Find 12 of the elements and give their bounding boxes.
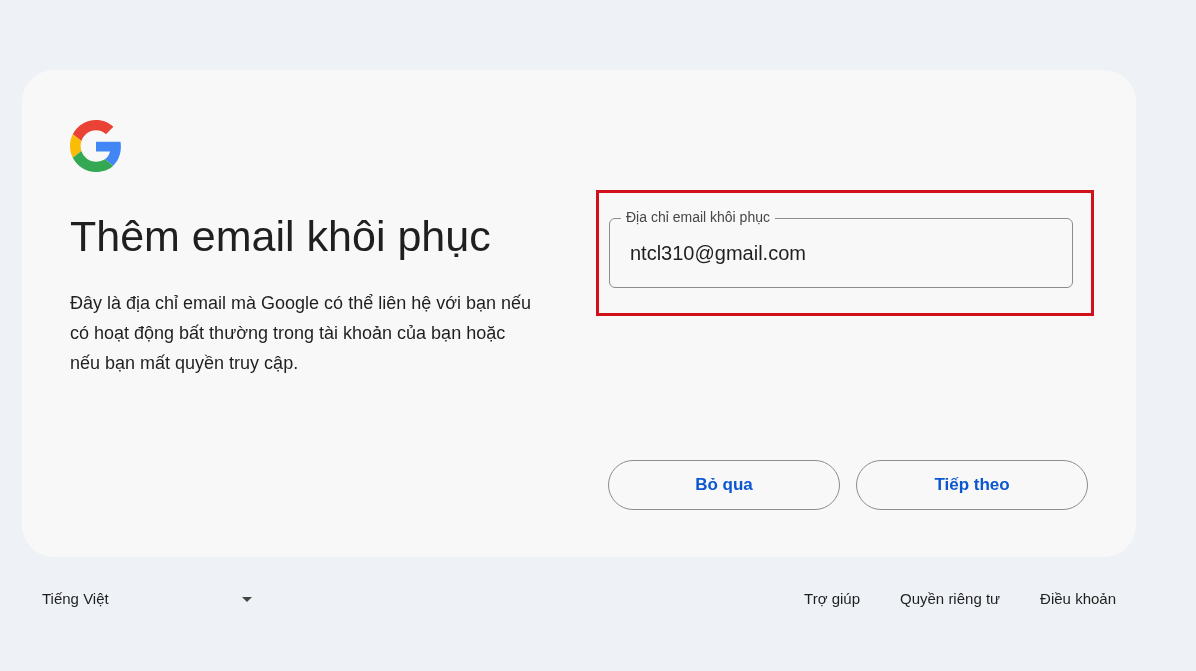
action-button[interactable]: Tiếp theo bbox=[856, 460, 1088, 510]
dropdown-caret-icon[interactable] bbox=[242, 596, 252, 602]
footer-link[interactable]: Điều khoản bbox=[1040, 587, 1116, 611]
field-value: ntcl310@gmail.com bbox=[630, 241, 806, 266]
page-title: Thêm email khôi phục bbox=[70, 211, 492, 262]
footer-link[interactable]: Trợ giúp bbox=[804, 587, 860, 611]
field-label: Địa chỉ email khôi phục bbox=[621, 208, 775, 226]
action-button[interactable]: Bỏ qua bbox=[608, 460, 840, 510]
description-text: Đây là địa chỉ email mà Google có thể liên hệ với bạn nếu có hoạt động bất thường trong tài khoản của bạn hoặc nếu bạn mất quyền truy cập. bbox=[70, 292, 533, 375]
logo-icon bbox=[70, 120, 122, 172]
language-selector[interactable]: Tiếng Việt bbox=[42, 587, 242, 611]
footer-link[interactable]: Quyền riêng tư bbox=[900, 587, 1001, 611]
